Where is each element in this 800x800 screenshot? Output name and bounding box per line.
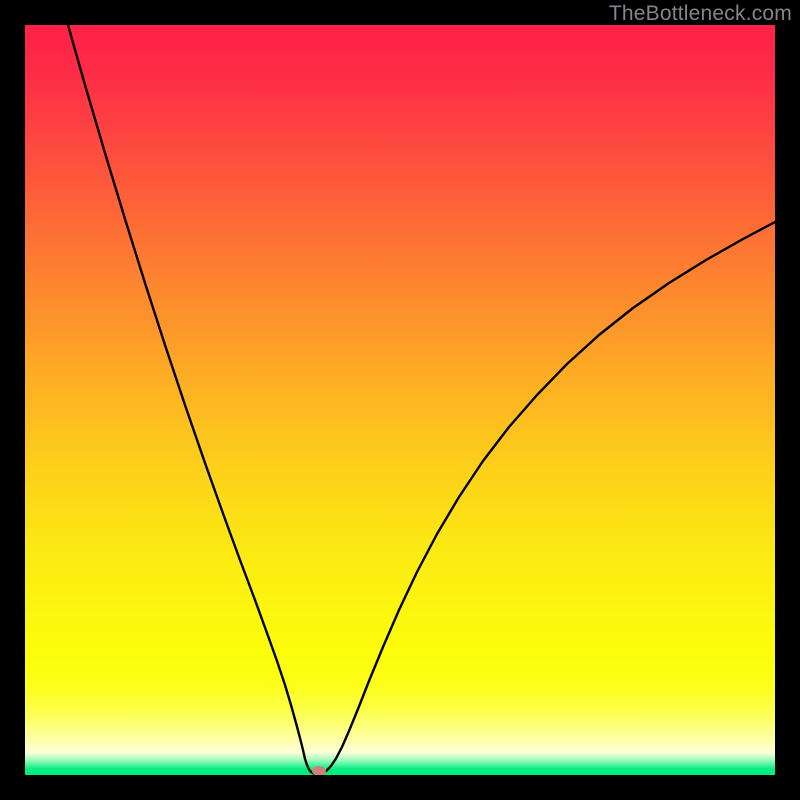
bottleneck-curve [68,25,775,774]
chart-curve [25,25,775,775]
chart-frame [25,25,775,775]
watermark-text: TheBottleneck.com [609,2,792,26]
optimal-point-marker [312,766,326,775]
